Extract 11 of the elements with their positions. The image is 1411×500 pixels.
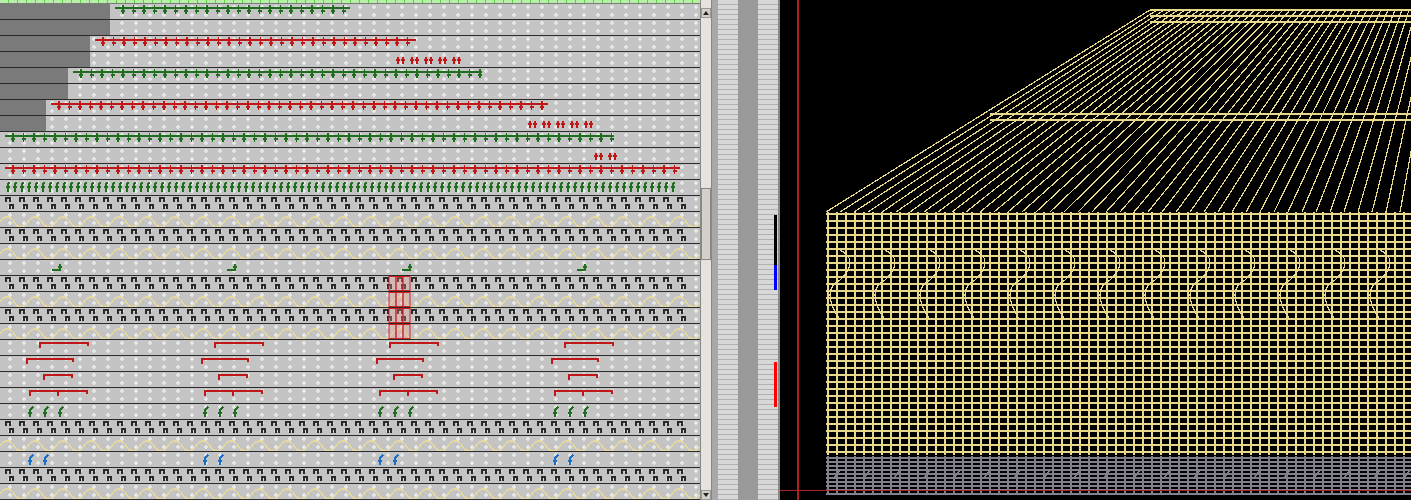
- scroll-down-icon[interactable]: [701, 490, 711, 500]
- layout-canvas[interactable]: [780, 0, 1411, 500]
- selection-grid[interactable]: [388, 292, 411, 307]
- selection-grid[interactable]: [388, 324, 411, 339]
- shaded-block: [0, 68, 68, 83]
- scroll-up-icon[interactable]: [701, 8, 711, 18]
- vertical-scrollbar[interactable]: [700, 0, 712, 500]
- selection-grid[interactable]: [388, 308, 411, 323]
- scrollbar-thumb[interactable]: [701, 188, 711, 260]
- shaded-block: [0, 116, 46, 131]
- selection-grid[interactable]: [388, 276, 411, 291]
